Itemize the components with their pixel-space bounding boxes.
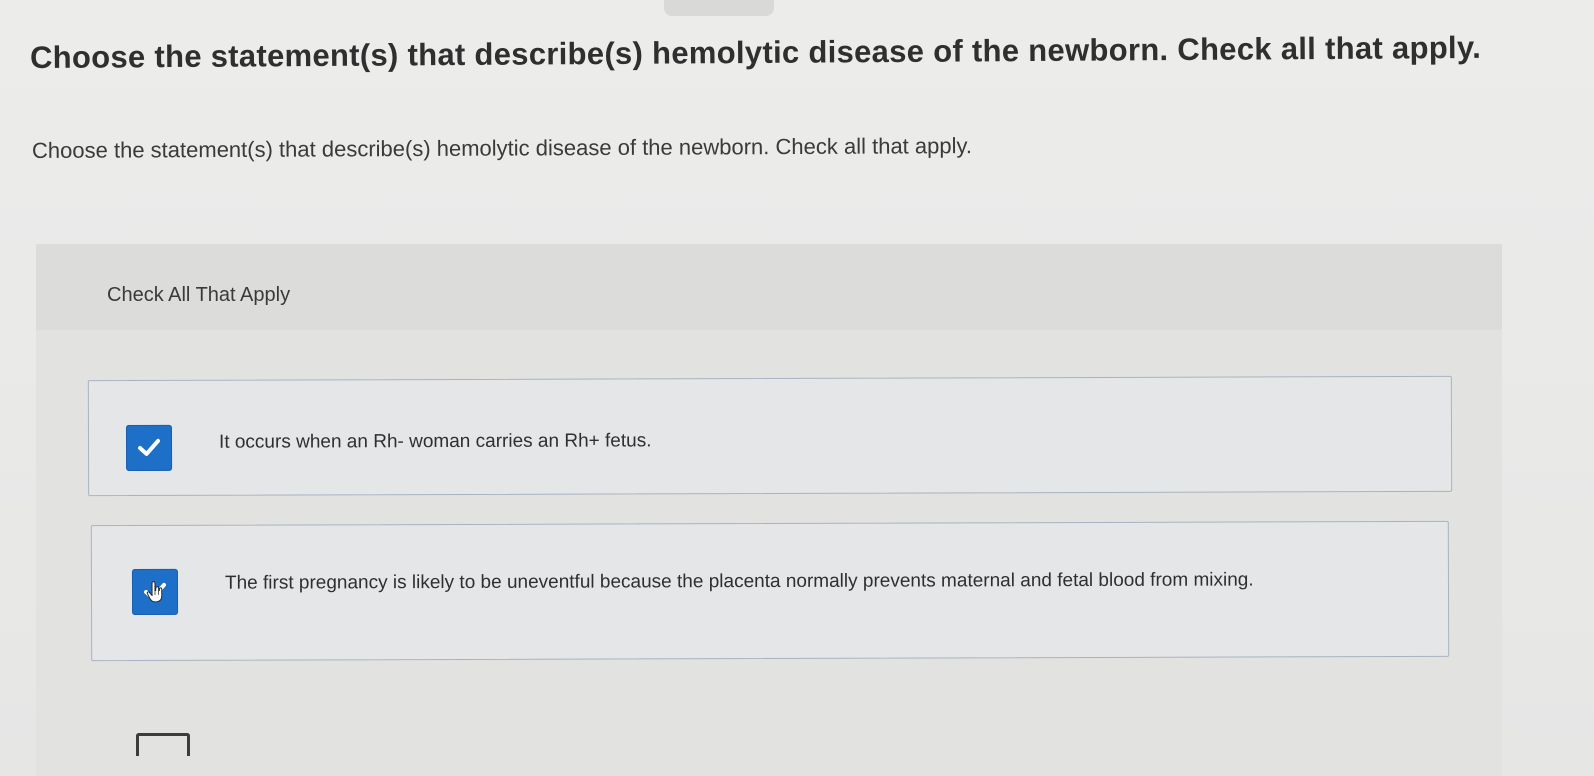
answer-panel: Check All That Apply: [36, 244, 1502, 776]
next-option-checkbox-edge[interactable]: [136, 733, 190, 756]
page: Choose the statement(s) that describe(s)…: [0, 0, 1594, 776]
top-tab: [664, 0, 774, 16]
check-all-label: Check All That Apply: [107, 284, 291, 306]
panel-header: Check All That Apply: [36, 244, 1502, 330]
option-2-text: The first pregnancy is likely to be unev…: [224, 569, 1254, 594]
checkmark-icon: [138, 438, 161, 456]
option-2-checkbox[interactable]: [131, 568, 179, 616]
question-prompt: Choose the statement(s) that describe(s)…: [31, 133, 973, 163]
answer-option-2[interactable]: The first pregnancy is likely to be unev…: [90, 520, 1450, 662]
question-title: Choose the statement(s) that describe(s)…: [29, 29, 1482, 75]
hand-pointer-icon: [146, 581, 163, 603]
option-1-text: It occurs when an Rh- woman carries an R…: [218, 430, 652, 453]
option-1-checkbox[interactable]: [125, 424, 173, 472]
answer-option-1[interactable]: It occurs when an Rh- woman carries an R…: [87, 375, 1453, 497]
